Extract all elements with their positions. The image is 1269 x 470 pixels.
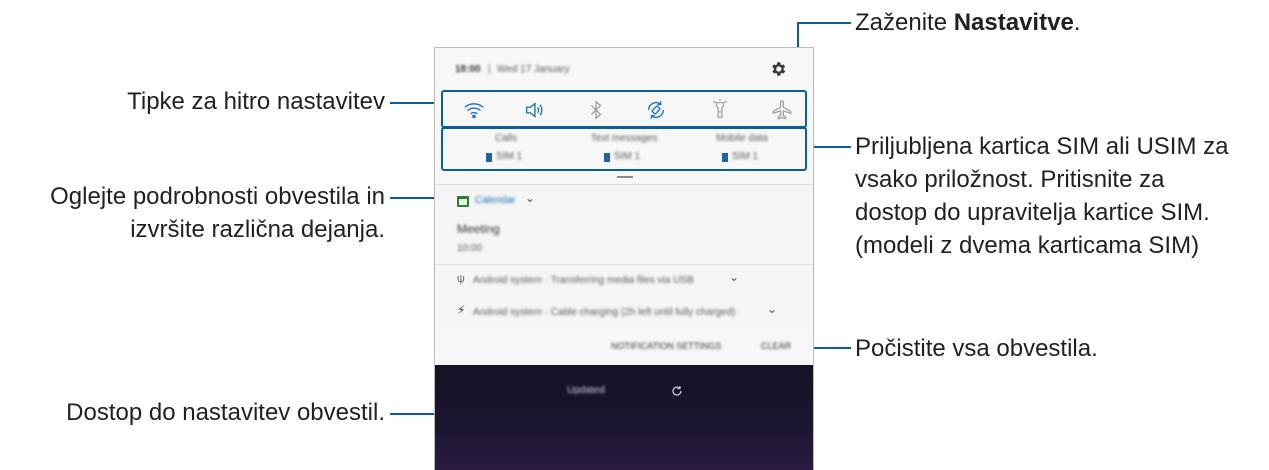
auto-rotate-icon[interactable]	[645, 99, 667, 121]
notification-title: Meeting	[457, 222, 500, 236]
sim-callout-line2: vsako priložnost. Pritisnite za	[855, 166, 1165, 193]
notif-details-callout-line2: izvršite različna dejanja.	[130, 216, 385, 243]
wifi-icon[interactable]	[463, 99, 485, 121]
lock-status-text: Updated	[567, 385, 605, 396]
notification-app-name: Calendar	[475, 195, 516, 206]
system-notifications: ψ Android system · Transferring media fi…	[435, 264, 813, 330]
sound-icon[interactable]	[523, 99, 545, 121]
lock-screen-background: Updated	[435, 365, 813, 470]
notification-panel: 18:00 | Wed 17 January Calls SIM 1 Text …	[434, 47, 814, 470]
sim-card-icon	[486, 153, 492, 162]
sim-callout-line4: (modeli z dvema karticama SIM)	[855, 232, 1200, 259]
bluetooth-icon[interactable]	[585, 99, 607, 121]
clear-button[interactable]: CLEAR	[761, 341, 791, 351]
sim-column-title: Calls	[494, 133, 518, 144]
chevron-down-icon[interactable]: ⌄	[767, 302, 777, 316]
charging-notification-text: Android system · Cable charging (2h left…	[473, 307, 736, 318]
settings-leader-line	[797, 22, 851, 24]
sim-column-text-messages[interactable]: Text messages SIM 1	[569, 133, 679, 169]
sim-card-icon	[604, 153, 610, 162]
status-divider: |	[488, 64, 491, 75]
notif-settings-callout: Dostop do nastavitev obvestil.	[66, 399, 385, 426]
usb-icon: ψ	[457, 273, 465, 285]
clear-all-callout: Počistite vsa obvestila.	[855, 335, 1098, 362]
sim-callout-line1: Priljubljena kartica SIM ali USIM za	[855, 133, 1229, 160]
calendar-icon	[457, 196, 469, 207]
notif-details-callout-line1: Oglejte podrobnosti obvestila in	[50, 183, 385, 210]
quick-settings-leader-line	[390, 102, 440, 104]
chevron-down-icon[interactable]: ⌄	[729, 270, 739, 284]
sim-card-row: Calls SIM 1 Text messages SIM 1 Mobile d…	[441, 127, 807, 171]
charging-icon: ⚡	[457, 303, 466, 317]
notification-time: 10:00	[457, 243, 483, 254]
gear-icon[interactable]	[769, 60, 787, 78]
sim-leader-line	[808, 146, 851, 148]
settings-callout-suffix: .	[1073, 9, 1081, 36]
status-row: 18:00 | Wed 17 January	[435, 48, 813, 88]
sim-callout-line3: dostop do upravitelja kartice SIM.	[855, 199, 1210, 226]
sim-column-sim: SIM 1	[614, 151, 641, 162]
status-date: Wed 17 January	[497, 64, 570, 75]
charging-notification[interactable]: ⚡ Android system · Cable charging (2h le…	[435, 297, 813, 329]
notification-buttons-row: NOTIFICATION SETTINGS CLEAR	[435, 329, 813, 365]
quick-settings-row	[441, 90, 807, 128]
sim-column-sim: SIM 1	[732, 151, 759, 162]
usb-notification-text: Android system · Transferring media file…	[473, 275, 694, 286]
sim-column-mobile-data[interactable]: Mobile data SIM 1	[687, 133, 797, 169]
sim-column-sim: SIM 1	[496, 151, 523, 162]
chevron-down-icon[interactable]: ⌄	[525, 191, 535, 205]
usb-notification[interactable]: ψ Android system · Transferring media fi…	[435, 265, 813, 297]
sim-column-title: Mobile data	[716, 133, 768, 144]
quick-settings-callout: Tipke za hitro nastavitev	[127, 88, 385, 115]
sim-column-calls[interactable]: Calls SIM 1	[451, 133, 561, 169]
sim-card-icon	[722, 153, 728, 162]
settings-callout-prefix: Zaženite	[855, 9, 954, 36]
notification-settings-button[interactable]: NOTIFICATION SETTINGS	[611, 341, 721, 351]
panel-drag-handle[interactable]	[617, 176, 633, 178]
settings-callout: Zaženite Nastavitve.	[855, 6, 1080, 39]
sim-column-title: Text messages	[590, 133, 658, 144]
refresh-icon[interactable]	[671, 385, 683, 397]
airplane-mode-icon[interactable]	[771, 99, 793, 121]
flashlight-icon[interactable]	[709, 99, 731, 121]
calendar-notification[interactable]: Calendar ⌄ Meeting 10:00	[435, 184, 813, 265]
settings-callout-bold: Nastavitve	[953, 9, 1074, 36]
status-time: 18:00	[455, 64, 481, 75]
